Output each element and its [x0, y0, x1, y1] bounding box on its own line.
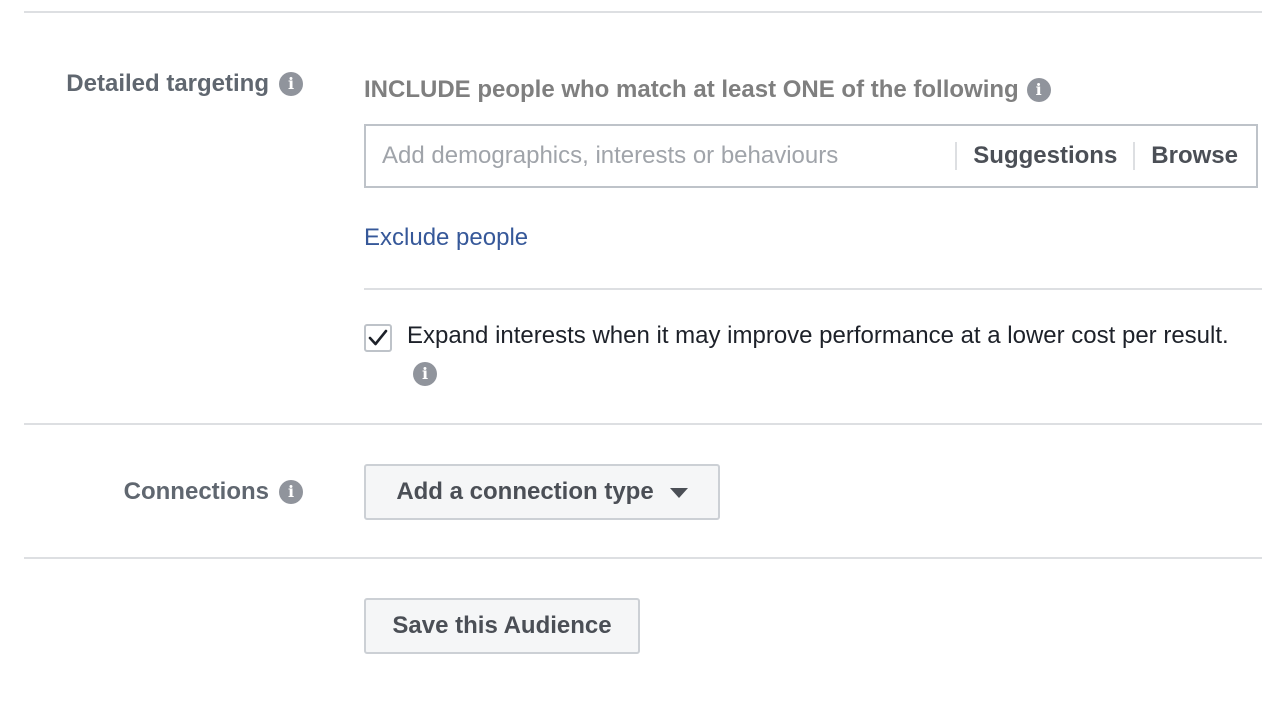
info-icon[interactable]: i [1026, 78, 1051, 102]
section-divider [364, 288, 1262, 290]
expand-interests-text-row: Expand interests when it may improve per… [407, 320, 1247, 386]
suggestions-button[interactable]: Suggestions [957, 142, 1133, 170]
save-audience-label: Save this Audience [392, 612, 612, 639]
save-audience-button[interactable]: Save this Audience [364, 598, 640, 654]
top-divider [24, 11, 1262, 13]
checkmark-icon [368, 329, 388, 346]
info-icon[interactable]: i [413, 362, 437, 386]
connections-label: Connections [123, 478, 269, 505]
detailed-targeting-label: Detailed targeting [66, 70, 269, 97]
browse-button[interactable]: Browse [1135, 142, 1256, 170]
info-icon[interactable]: i [279, 72, 303, 96]
include-heading: INCLUDE people who match at least ONE of… [364, 76, 1051, 104]
exclude-people-link[interactable]: Exclude people [364, 224, 528, 252]
expand-interests-label: Expand interests when it may improve per… [407, 322, 1229, 349]
caret-down-icon [669, 488, 688, 498]
targeting-search-box: Suggestions Browse [364, 124, 1258, 188]
add-connection-type-dropdown[interactable]: Add a connection type [364, 464, 720, 520]
add-connection-type-label: Add a connection type [396, 478, 654, 505]
info-icon[interactable]: i [279, 480, 303, 504]
detailed-targeting-label-row: Detailed targeting i [66, 70, 303, 98]
targeting-search-input[interactable] [382, 142, 950, 170]
connections-label-row: Connections i [124, 478, 303, 506]
expand-interests-checkbox[interactable] [364, 324, 392, 352]
section-divider [24, 557, 1262, 559]
section-divider [24, 423, 1262, 425]
include-text: INCLUDE people who match at least ONE of… [364, 76, 1019, 103]
